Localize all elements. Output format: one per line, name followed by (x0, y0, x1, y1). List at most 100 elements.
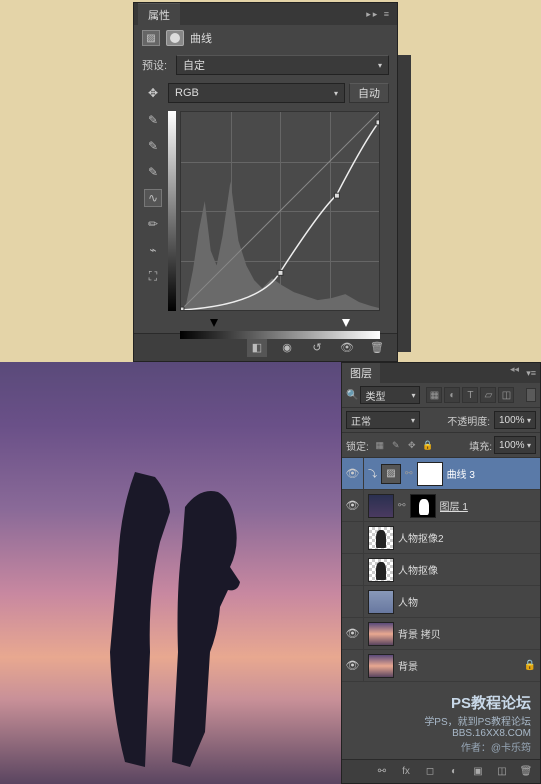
opacity-input[interactable]: 100%▾ (494, 411, 536, 429)
delete-layer-icon[interactable]: 🗑 (518, 764, 534, 780)
chevron-down-icon: ▾ (334, 89, 338, 98)
panel-collapse-icon[interactable]: ▸▸ ≡ (366, 9, 397, 20)
filter-smart-icon[interactable]: ◫ (498, 387, 514, 403)
visibility-toggle[interactable] (342, 554, 364, 585)
visibility-toggle[interactable]: 👁 (342, 458, 364, 489)
layer-thumb[interactable] (368, 654, 394, 678)
eyedropper-black-icon[interactable]: ✎ (144, 111, 162, 129)
curves-tool-column: ✎ ✎ ✎ ∿ ✏ ⌁ ⛶ (142, 111, 164, 329)
eyedropper-gray-icon[interactable]: ✎ (144, 137, 162, 155)
visibility-toggle[interactable] (342, 522, 364, 553)
layer-thumb[interactable] (368, 622, 394, 646)
channel-dropdown[interactable]: RGB ▾ (168, 83, 345, 103)
layer-row-person[interactable]: 人物 (342, 586, 540, 618)
layer-thumb[interactable] (368, 558, 394, 582)
visibility-icon[interactable]: 👁 (337, 339, 357, 357)
smooth-curve-icon[interactable]: ⌁ (144, 241, 162, 259)
layer-row-bg[interactable]: 👁 背景 🔒 (342, 650, 540, 682)
layer-thumb[interactable] (368, 526, 394, 550)
visibility-toggle[interactable]: 👁 (342, 618, 364, 649)
delete-icon[interactable]: 🗑 (367, 339, 387, 357)
scrollbar[interactable] (398, 55, 411, 352)
eyedropper-white-icon[interactable]: ✎ (144, 163, 162, 181)
adjustment-type-row: ▨ 曲线 (134, 25, 397, 51)
properties-tab[interactable]: 属性 (138, 3, 180, 26)
curve-edit-icon[interactable]: ∿ (144, 189, 162, 207)
lock-transparency-icon[interactable]: ▦ (373, 438, 387, 452)
link-layers-icon[interactable]: ⚯ (374, 764, 390, 780)
layer-row-layer1[interactable]: 👁 ⚯ 图层 1 (342, 490, 540, 522)
fill-label: 填充: (469, 438, 492, 453)
target-adjust-icon[interactable]: ✥ (142, 83, 164, 103)
view-previous-icon[interactable]: ◉ (277, 339, 297, 357)
layer-filter-row: 🔍 类型▾ ▦ ◐ T ▱ ◫ (342, 383, 540, 408)
lock-position-icon[interactable]: ✥ (405, 438, 419, 452)
new-adjustment-icon[interactable]: ◐ (446, 764, 462, 780)
reset-icon[interactable]: ↺ (307, 339, 327, 357)
watermark: PS教程论坛 学PS，就到PS教程论坛 BBS.16XX8.COM 作者：@卡乐… (424, 692, 531, 754)
layers-panel: ◂◂ 图层 ▾≡ 🔍 类型▾ ▦ ◐ T ▱ ◫ 正常▾ 不透明度: (341, 362, 541, 784)
layer-thumb[interactable] (368, 494, 394, 518)
preset-dropdown[interactable]: 自定 ▾ (176, 55, 389, 75)
layer-name[interactable]: 人物 (398, 594, 418, 609)
layer-name[interactable]: 人物抠像 (398, 562, 438, 577)
blend-mode-dropdown[interactable]: 正常▾ (346, 411, 420, 429)
layer-name[interactable]: 图层 1 (440, 498, 468, 513)
filter-type-dropdown[interactable]: 类型▾ (360, 386, 420, 404)
layer-mask-thumb[interactable] (410, 494, 436, 518)
lock-icon: 🔒 (524, 660, 536, 671)
filter-toggle[interactable] (526, 388, 536, 402)
bottom-area: ◂◂ 图层 ▾≡ 🔍 类型▾ ▦ ◐ T ▱ ◫ 正常▾ 不透明度: (0, 362, 541, 784)
pencil-edit-icon[interactable]: ✏ (144, 215, 162, 233)
new-layer-icon[interactable]: ◫ (494, 764, 510, 780)
visibility-toggle[interactable]: 👁 (342, 650, 364, 681)
layers-bottom-bar: ⚯ fx ◻ ◐ ▣ ◫ 🗑 (342, 759, 540, 783)
layer-row-cutout2[interactable]: 人物抠像2 (342, 522, 540, 554)
filter-shape-icon[interactable]: ▱ (480, 387, 496, 403)
add-mask-icon[interactable]: ◻ (422, 764, 438, 780)
opacity-label: 不透明度: (447, 413, 490, 428)
collapse-icon[interactable]: ◂◂ (510, 364, 519, 375)
artwork-silhouette (90, 452, 270, 772)
layer-row-cutout[interactable]: 人物抠像 (342, 554, 540, 586)
layers-tab[interactable]: 图层 (342, 363, 380, 383)
white-point-slider[interactable] (342, 319, 350, 327)
auto-button[interactable]: 自动 (349, 83, 389, 103)
layer-name[interactable]: 人物抠像2 (398, 530, 444, 545)
layer-mask-thumb[interactable] (417, 462, 443, 486)
fx-icon[interactable]: fx (398, 764, 414, 780)
black-point-slider[interactable] (210, 319, 218, 327)
curves-thumb-icon: ▨ (381, 464, 401, 484)
lock-all-icon[interactable]: 🔒 (421, 438, 435, 452)
preset-label: 预设: (142, 57, 172, 73)
mask-view-icon[interactable] (166, 30, 184, 46)
panel-tab-strip: 属性 ▸▸ ≡ (134, 3, 397, 25)
curves-graph[interactable] (180, 111, 380, 311)
input-gradient (180, 331, 380, 339)
filter-pixel-icon[interactable]: ▦ (426, 387, 442, 403)
channel-row: ✥ RGB ▾ 自动 (134, 79, 397, 107)
layer-name[interactable]: 曲线 3 (447, 466, 475, 481)
curves-body: ✎ ✎ ✎ ∿ ✏ ⌁ ⛶ (134, 107, 397, 333)
search-icon[interactable]: 🔍 (346, 390, 358, 401)
visibility-toggle[interactable]: 👁 (342, 490, 364, 521)
layer-thumb[interactable] (368, 590, 394, 614)
visibility-toggle[interactable] (342, 586, 364, 617)
layer-name[interactable]: 背景 拷贝 (398, 626, 441, 641)
layer-row-bgcopy[interactable]: 👁 背景 拷贝 (342, 618, 540, 650)
new-group-icon[interactable]: ▣ (470, 764, 486, 780)
histogram-toggle-icon[interactable]: ⛶ (144, 267, 162, 285)
blend-mode-row: 正常▾ 不透明度: 100%▾ (342, 408, 540, 433)
clip-to-layer-icon[interactable]: ◧ (247, 339, 267, 357)
preset-row: 预设: 自定 ▾ (134, 51, 397, 79)
filter-text-icon[interactable]: T (462, 387, 478, 403)
lock-pixels-icon[interactable]: ✎ (389, 438, 403, 452)
fill-input[interactable]: 100%▾ (494, 436, 536, 454)
link-icon: ⚯ (405, 468, 413, 479)
layer-name[interactable]: 背景 (398, 658, 418, 673)
chevron-down-icon: ▾ (378, 61, 382, 70)
layer-row-curves3[interactable]: 👁 ⤵ ▨ ⚯ 曲线 3 (342, 458, 540, 490)
panel-menu-icon[interactable]: ▾≡ (526, 368, 540, 379)
clip-indicator-icon: ⤵ (368, 467, 377, 480)
filter-adjustment-icon[interactable]: ◐ (444, 387, 460, 403)
